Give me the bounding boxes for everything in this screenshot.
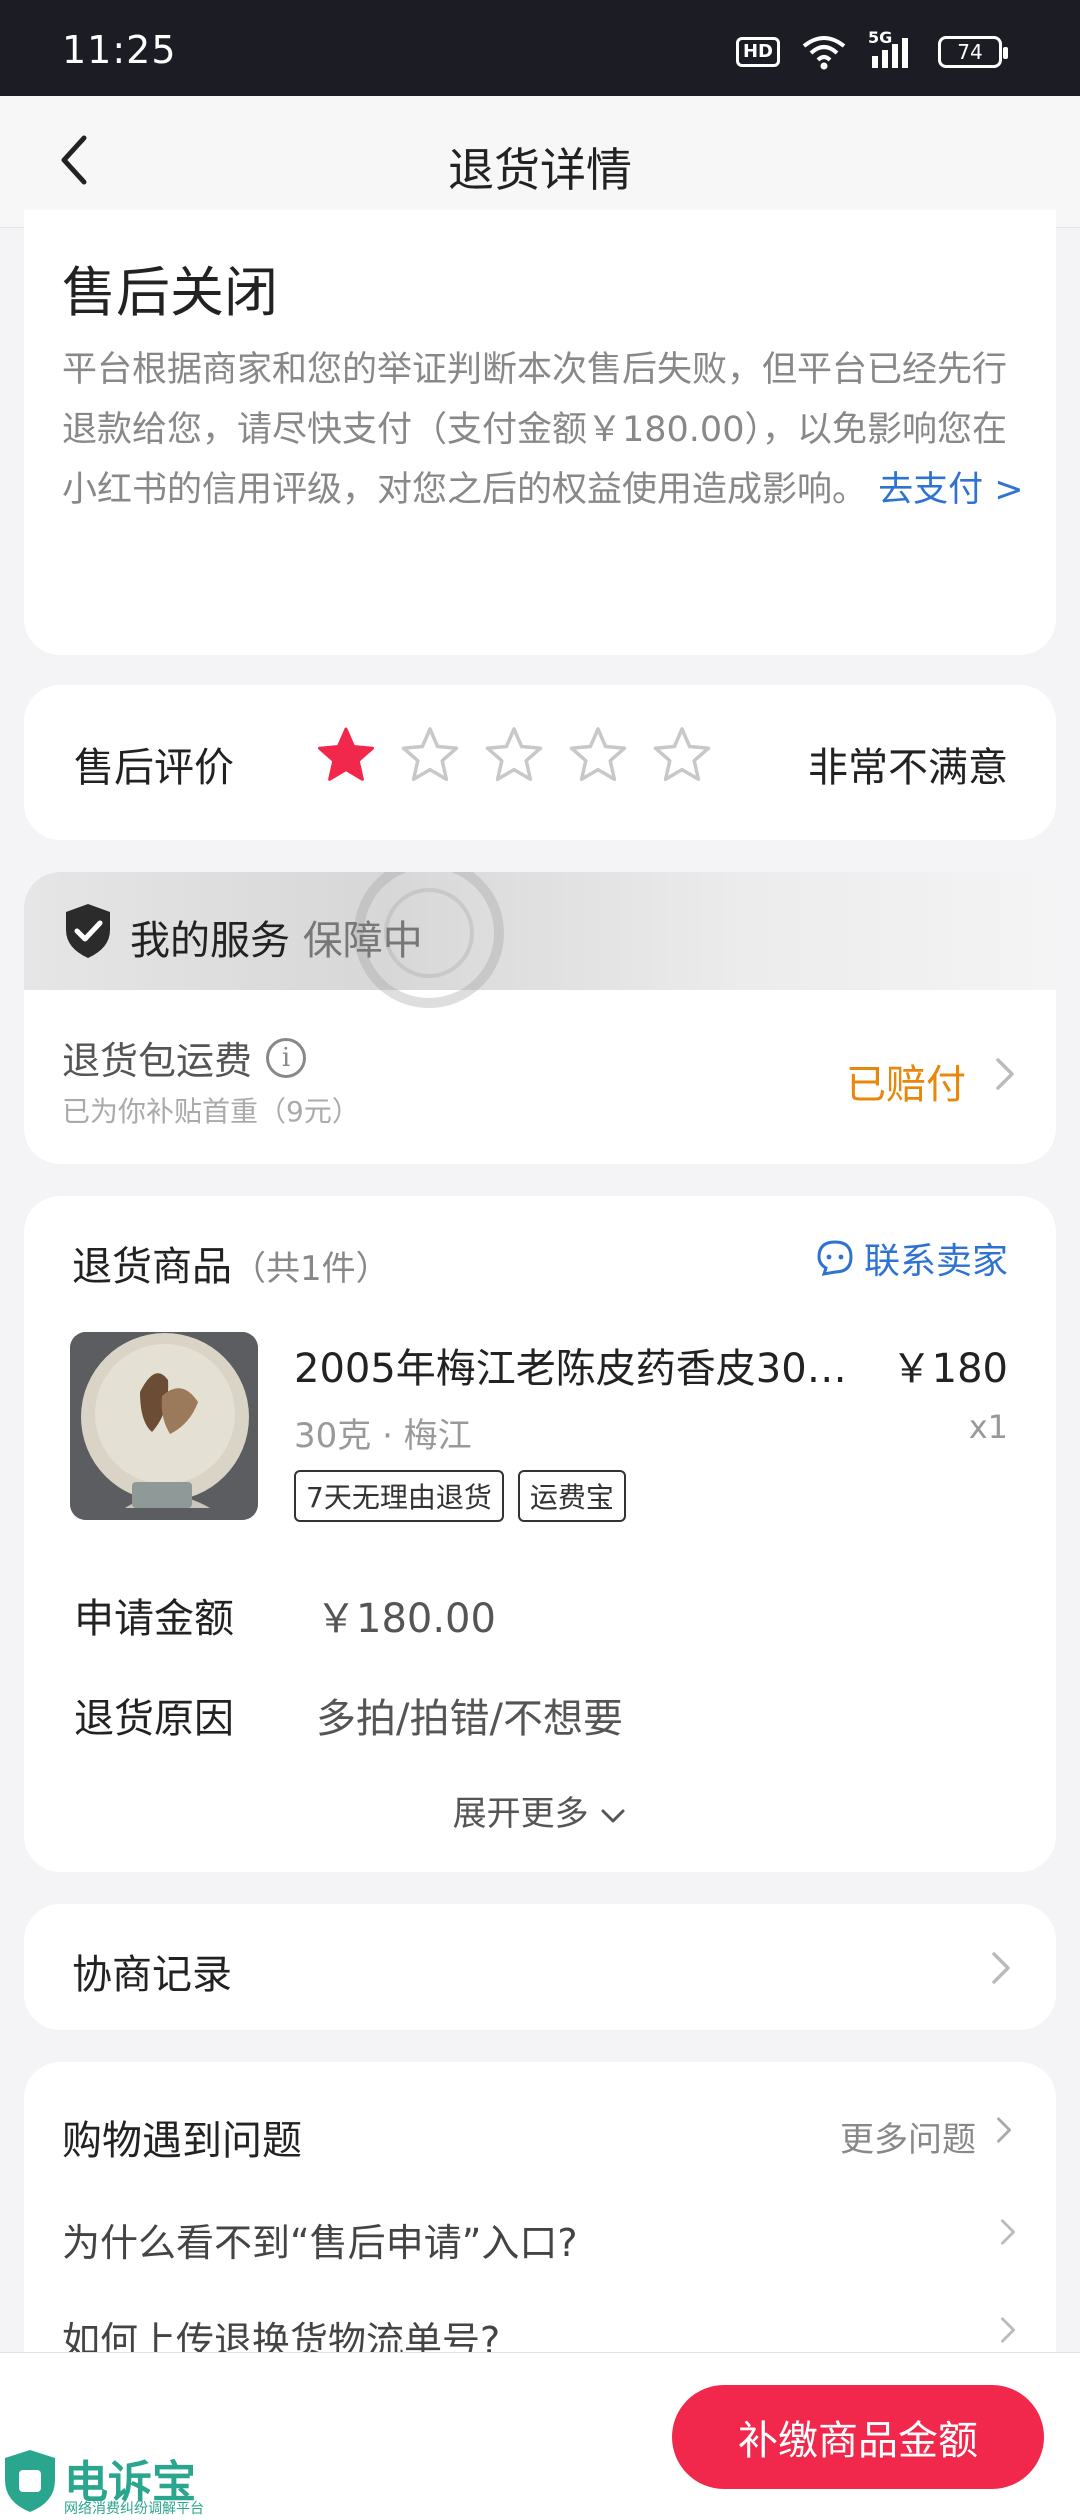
star-empty-icon[interactable]	[484, 725, 544, 785]
product-thumbnail[interactable]	[70, 1332, 258, 1520]
shield-fist-icon	[5, 2450, 55, 2512]
signal-icon: 5G	[868, 28, 916, 70]
shipping-status[interactable]: 已赔付	[846, 1052, 966, 1110]
nav-bar: 退货详情	[0, 96, 1080, 228]
faq-title: 购物遇到问题	[62, 2118, 302, 2164]
page-title: 退货详情	[448, 143, 632, 197]
return-reason-label: 退货原因	[74, 1696, 234, 1742]
rating-text: 非常不满意	[808, 745, 1008, 791]
faq-item[interactable]: 为什么看不到“售后申请”入口?	[62, 2212, 578, 2267]
rating-card: 售后评价 非常不满意	[24, 685, 1056, 840]
expand-more-label: 展开更多	[452, 1794, 589, 1834]
service-title-main: 我的服务	[130, 918, 290, 964]
service-banner: 我的服务 保障中	[24, 872, 1056, 1008]
goods-header: 退货商品（共1件）	[72, 1234, 390, 1292]
chat-bubble-icon	[817, 1240, 853, 1276]
rating-label: 售后评价	[74, 745, 234, 791]
service-title-sub: 保障中	[302, 918, 423, 964]
status-title: 售后关闭	[62, 261, 278, 324]
chevron-down-icon	[601, 1809, 625, 1822]
star-empty-icon[interactable]	[400, 725, 460, 785]
status-description: 平台根据商家和您的举证判断本次售后失败，但平台已经先行退款给您，请尽快支付（支付…	[62, 340, 1028, 520]
contact-seller-label: 联系卖家	[863, 1241, 1008, 1282]
status-description-text: 平台根据商家和您的举证判断本次售后失败，但平台已经先行退款给您，请尽快支付（支付…	[62, 350, 1008, 510]
star-empty-icon[interactable]	[652, 725, 712, 785]
product-price: ￥180	[891, 1346, 1008, 1392]
chevron-right-icon	[1001, 2317, 1015, 2343]
apply-amount-label: 申请金额	[74, 1596, 234, 1642]
goods-count: （共1件）	[232, 1249, 390, 1289]
product-photo	[70, 1332, 258, 1520]
watermark-subtitle: 网络消费纠纷调解平台	[64, 2501, 204, 2517]
pay-goods-amount-button[interactable]: 补缴商品金额	[672, 2385, 1044, 2489]
negotiation-record-row[interactable]: 协商记录	[24, 1904, 1056, 2030]
star-empty-icon[interactable]	[568, 725, 628, 785]
watermark-logo: 电诉宝 网络消费纠纷调解平台	[0, 2446, 220, 2520]
status-time: 11:25	[62, 28, 177, 72]
more-questions-link[interactable]: 更多问题	[840, 2112, 976, 2161]
star-filled-icon[interactable]	[316, 725, 376, 785]
shipping-label-text: 退货包运费	[62, 1039, 253, 1083]
wifi-icon	[802, 36, 846, 70]
tag-seven-day-return: 7天无理由退货	[294, 1470, 504, 1522]
chevron-right-icon[interactable]	[990, 1054, 1020, 1094]
contact-seller-button[interactable]: 联系卖家	[816, 1232, 1008, 1284]
product-quantity: x1	[968, 1408, 1008, 1446]
battery-level: 74	[957, 40, 983, 64]
status-bar: 11:25 HD 5G 74	[0, 0, 1080, 96]
product-name[interactable]: 2005年梅江老陈皮药香皮30…	[294, 1336, 854, 1394]
negotiation-label: 协商记录	[72, 1952, 232, 1998]
chevron-right-icon	[1001, 2219, 1015, 2245]
chevron-right-icon	[992, 1952, 1010, 1984]
apply-amount-value: ￥180.00	[316, 1596, 496, 1642]
product-spec: 30克 · 梅江	[294, 1416, 472, 1456]
return-reason-value: 多拍/拍错/不想要	[316, 1696, 623, 1742]
rating-stars	[316, 725, 712, 785]
goods-header-text: 退货商品	[72, 1244, 232, 1290]
chevron-right-icon	[997, 2117, 1011, 2143]
expand-more-button[interactable]: 展开更多	[24, 1786, 1056, 1835]
tag-shipping-insurance: 运费宝	[517, 1470, 626, 1522]
status-icons: HD 5G 74	[735, 28, 1008, 72]
go-pay-link[interactable]: 去支付 >	[878, 470, 1023, 510]
shipping-subsidy-text: 已为你补贴首重（9元）	[62, 1095, 360, 1128]
after-sale-status-card: 售后关闭 平台根据商家和您的举证判断本次售后失败，但平台已经先行退款给您，请尽快…	[24, 210, 1056, 655]
service-guarantee-card: 我的服务 保障中 退货包运费 i 已为你补贴首重（9元） 已赔付	[24, 872, 1056, 1164]
shipping-label: 退货包运费 i	[62, 1030, 307, 1085]
service-title: 我的服务 保障中	[130, 908, 423, 966]
shield-check-icon	[66, 904, 110, 958]
hd-icon: HD	[735, 37, 780, 67]
battery-icon: 74	[938, 36, 1008, 68]
return-goods-card: 退货商品（共1件） 联系卖家 2005年梅江老陈皮药香皮30… ￥180 30克…	[24, 1196, 1056, 1872]
info-icon[interactable]: i	[266, 1037, 307, 1078]
product-tags: 7天无理由退货 运费宝	[294, 1470, 626, 1522]
